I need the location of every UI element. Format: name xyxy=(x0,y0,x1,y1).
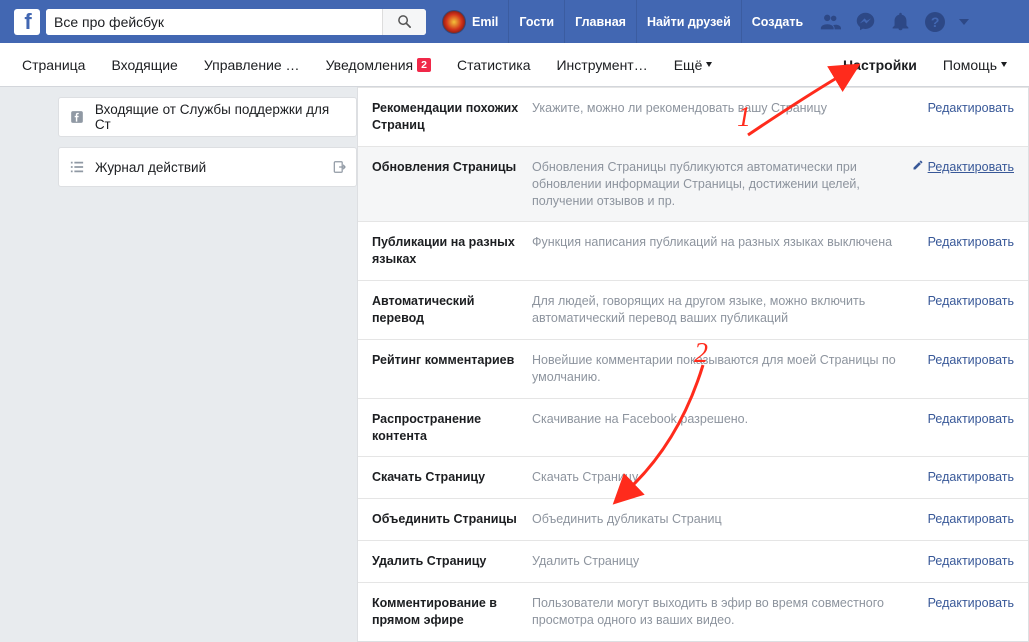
topbar: f Emil Гости Главная Найти друзей Создат… xyxy=(0,0,1029,43)
settings-row-name: Объединить Страницы xyxy=(372,511,532,528)
page-nav: Страница Входящие Управление … Уведомлен… xyxy=(0,43,1029,87)
pencil-icon xyxy=(912,159,924,176)
edit-link-label: Редактировать xyxy=(928,511,1014,528)
avatar[interactable] xyxy=(442,10,466,34)
edit-link[interactable]: Редактировать xyxy=(928,100,1014,117)
notifications-badge: 2 xyxy=(417,58,431,72)
edit-link-label: Редактировать xyxy=(928,469,1014,486)
settings-row-desc: Пользователи могут выходить в эфир во вр… xyxy=(532,595,928,629)
messenger-icon[interactable] xyxy=(855,11,876,32)
settings-row-name: Распространение контента xyxy=(372,411,532,445)
settings-row-name: Комментирование в прямом эфире xyxy=(372,595,532,629)
settings-row-name: Скачать Страницу xyxy=(372,469,532,486)
chevron-down-icon xyxy=(706,62,712,67)
topnav-find-friends[interactable]: Найти друзей xyxy=(636,0,741,43)
sidebar: Входящие от Службы поддержки для Ст Журн… xyxy=(0,87,357,587)
search-input[interactable] xyxy=(46,9,382,35)
edit-link[interactable]: Редактировать xyxy=(928,411,1014,428)
nav-notifications[interactable]: Уведомления 2 xyxy=(326,57,431,73)
nav-settings[interactable]: Настройки xyxy=(843,57,917,73)
settings-row-name: Публикации на разных языках xyxy=(372,234,532,268)
settings-row-name: Рейтинг комментариев xyxy=(372,352,532,369)
facebook-small-icon xyxy=(69,109,85,125)
settings-row: Обновления СтраницыОбновления Страницы п… xyxy=(358,146,1028,222)
nav-help[interactable]: Помощь xyxy=(943,57,1007,73)
nav-tools[interactable]: Инструмент… xyxy=(556,57,647,73)
settings-row: Публикации на разных языкахФункция напис… xyxy=(358,221,1028,280)
profile-link[interactable]: Emil xyxy=(466,0,508,43)
settings-row-name: Удалить Страницу xyxy=(372,553,532,570)
settings-list: Рекомендации похожих СтраницУкажите, мож… xyxy=(357,87,1029,642)
edit-link[interactable]: Редактировать xyxy=(928,553,1014,570)
topnav-home[interactable]: Главная xyxy=(564,0,636,43)
nav-manage[interactable]: Управление … xyxy=(204,57,300,73)
settings-row: Рейтинг комментариевНовейшие комментарии… xyxy=(358,339,1028,398)
edit-link-label: Редактировать xyxy=(928,159,1014,176)
edit-link[interactable]: Редактировать xyxy=(928,511,1014,528)
edit-link[interactable]: Редактировать xyxy=(912,159,1014,176)
nav-notifications-label: Уведомления xyxy=(326,57,414,73)
settings-row-desc: Функция написания публикаций на разных я… xyxy=(532,234,928,251)
account-menu-caret-icon[interactable] xyxy=(959,19,969,25)
exit-icon xyxy=(332,159,348,175)
nav-more-label: Ещё xyxy=(674,57,703,73)
settings-row: Комментирование в прямом эфиреПользовате… xyxy=(358,582,1028,641)
search-wrap xyxy=(46,9,426,35)
settings-row-name: Обновления Страницы xyxy=(372,159,532,176)
settings-row-desc: Новейшие комментарии показываются для мо… xyxy=(532,352,928,386)
settings-row-desc: Удалить Страницу xyxy=(532,553,928,570)
settings-row-desc: Скачивание на Facebook разрешено. xyxy=(532,411,928,428)
topnav-guests[interactable]: Гости xyxy=(508,0,564,43)
settings-row-desc: Обновления Страницы публикуются автомати… xyxy=(532,159,912,210)
edit-link[interactable]: Редактировать xyxy=(928,595,1014,612)
nav-page[interactable]: Страница xyxy=(22,57,85,73)
sidebar-item-support-inbox[interactable]: Входящие от Службы поддержки для Ст xyxy=(58,97,357,137)
settings-row: Автоматический переводДля людей, говорящ… xyxy=(358,280,1028,339)
edit-link-label: Редактировать xyxy=(928,411,1014,428)
sidebar-item-activity-log[interactable]: Журнал действий xyxy=(58,147,357,187)
list-icon xyxy=(69,159,85,175)
settings-row: Удалить СтраницуУдалить СтраницуРедактир… xyxy=(358,540,1028,582)
friend-requests-icon[interactable] xyxy=(819,11,841,33)
settings-row: Распространение контентаСкачивание на Fa… xyxy=(358,398,1028,457)
edit-link-label: Редактировать xyxy=(928,553,1014,570)
settings-panel: Рекомендации похожих СтраницУкажите, мож… xyxy=(357,87,1029,587)
settings-row: Скачать СтраницуСкачать СтраницуРедактир… xyxy=(358,456,1028,498)
settings-row: Объединить СтраницыОбъединить дубликаты … xyxy=(358,498,1028,540)
edit-link-label: Редактировать xyxy=(928,293,1014,310)
settings-row-desc: Объединить дубликаты Страниц xyxy=(532,511,928,528)
edit-link[interactable]: Редактировать xyxy=(928,469,1014,486)
edit-link[interactable]: Редактировать xyxy=(928,352,1014,369)
chevron-down-icon xyxy=(1001,62,1007,67)
notifications-icon[interactable] xyxy=(890,11,911,32)
edit-link[interactable]: Редактировать xyxy=(928,234,1014,251)
topnav-create[interactable]: Создать xyxy=(741,0,813,43)
search-button[interactable] xyxy=(382,9,426,35)
nav-inbox[interactable]: Входящие xyxy=(111,57,177,73)
edit-link-label: Редактировать xyxy=(928,234,1014,251)
nav-help-label: Помощь xyxy=(943,57,997,73)
settings-row: Рекомендации похожих СтраницУкажите, мож… xyxy=(358,87,1028,146)
edit-link-label: Редактировать xyxy=(928,352,1014,369)
settings-row-desc: Скачать Страницу xyxy=(532,469,928,486)
settings-row-desc: Укажите, можно ли рекомендовать вашу Стр… xyxy=(532,100,928,117)
nav-insights[interactable]: Статистика xyxy=(457,57,531,73)
facebook-logo-icon[interactable]: f xyxy=(14,9,40,35)
sidebar-item-label: Входящие от Службы поддержки для Ст xyxy=(95,102,346,132)
sidebar-item-label: Журнал действий xyxy=(95,160,206,175)
topbar-icon-group: ? xyxy=(819,11,969,33)
nav-more[interactable]: Ещё xyxy=(674,57,713,73)
edit-link-label: Редактировать xyxy=(928,595,1014,612)
edit-link-label: Редактировать xyxy=(928,100,1014,117)
help-icon[interactable]: ? xyxy=(925,12,945,32)
edit-link[interactable]: Редактировать xyxy=(928,293,1014,310)
page-body: Входящие от Службы поддержки для Ст Журн… xyxy=(0,87,1029,587)
settings-row-name: Автоматический перевод xyxy=(372,293,532,327)
settings-row-desc: Для людей, говорящих на другом языке, мо… xyxy=(532,293,928,327)
search-icon xyxy=(397,14,412,29)
settings-row-name: Рекомендации похожих Страниц xyxy=(372,100,532,134)
